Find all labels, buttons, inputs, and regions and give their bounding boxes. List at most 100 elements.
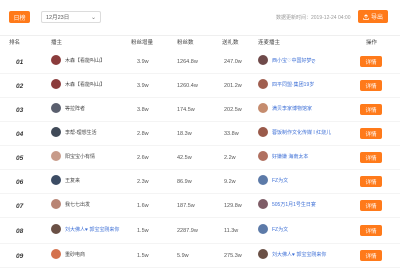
streamer-name[interactable]: 重砂电商 [65, 251, 85, 258]
detail-button[interactable]: 详情 [360, 56, 382, 67]
linked-streamer-cell[interactable]: 505万1月1号生日宴 [258, 199, 316, 209]
streamer-cell[interactable]: 我七七出发 [51, 199, 90, 209]
avatar [258, 55, 268, 65]
avatar [258, 175, 268, 185]
table-row: 02 木森【看能叫山】 3.9w 1260.4w 201.2w 四平同盟·集团1… [0, 74, 400, 98]
detail-button[interactable]: 详情 [360, 80, 382, 91]
table-row: 09 重砂电商 1.5w 5.9w 275.3w 刘大佛人♥ 郭宝宝刚来你 详情 [0, 244, 400, 268]
gift-count: 275.3w [224, 253, 242, 259]
detail-button[interactable]: 详情 [360, 128, 382, 139]
rank-number: 05 [16, 155, 24, 162]
linked-streamer-name[interactable]: 满贝李家博物馆家 [272, 105, 312, 112]
streamer-name[interactable]: 我七七出发 [65, 201, 90, 208]
detail-button[interactable]: 详情 [360, 152, 382, 163]
avatar [258, 199, 268, 209]
fan-increase: 1.5w [137, 253, 149, 259]
streamer-cell[interactable]: 木森【看能叫山】 [51, 79, 105, 89]
detail-button[interactable]: 详情 [360, 250, 382, 261]
gift-count: 33.8w [224, 131, 239, 137]
streamer-cell[interactable]: 木森【看能叫山】 [51, 55, 105, 65]
linked-streamer-cell[interactable]: 满贝李家博物馆家 [258, 103, 312, 113]
export-button[interactable]: 导出 [358, 10, 388, 23]
streamer-name[interactable]: 李帮-理想生活 [65, 129, 97, 136]
streamer-name[interactable]: 木森【看能叫山】 [65, 57, 105, 64]
fan-count: 174.5w [177, 107, 195, 113]
header-action: 操作 [366, 40, 378, 46]
detail-button[interactable]: 详情 [360, 176, 382, 187]
avatar [51, 127, 61, 137]
linked-streamer-cell[interactable]: 蓉饭制作文化传媒 I 红烧儿 [258, 127, 331, 137]
linked-streamer-cell[interactable]: 刘大佛人♥ 郭宝宝刚来你 [258, 249, 326, 259]
avatar [258, 249, 268, 259]
fan-count: 2287.9w [177, 228, 198, 234]
date-value: 12月23日 [46, 15, 70, 21]
avatar [51, 103, 61, 113]
detail-button[interactable]: 详情 [360, 104, 382, 115]
table-row: 01 木森【看能叫山】 3.9w 1264.8w 247.0w 西小宝♡中国好梦… [0, 50, 400, 74]
upload-icon [363, 13, 369, 20]
linked-streamer-name[interactable]: 蓉饭制作文化传媒 I 红烧儿 [272, 129, 331, 136]
streamer-cell[interactable]: 等拉阵者 [51, 103, 85, 113]
fan-increase: 1.5w [137, 228, 149, 234]
fan-increase: 2.8w [137, 131, 149, 137]
header-fan-increase: 粉丝增量 [131, 40, 154, 46]
header-streamer: 播主 [51, 40, 63, 46]
divider [0, 35, 400, 36]
rank-number: 08 [16, 228, 24, 235]
ranking-table: 01 木森【看能叫山】 3.9w 1264.8w 247.0w 西小宝♡中国好梦… [0, 50, 400, 268]
streamer-name[interactable]: 等拉阵者 [65, 105, 85, 112]
rank-number: 01 [16, 59, 24, 66]
table-row: 04 李帮-理想生活 2.8w 18.3w 33.8w 蓉饭制作文化传媒 I 红… [0, 122, 400, 146]
linked-streamer-cell[interactable]: FZ为文 [258, 175, 288, 185]
date-select[interactable]: 12月23日 ⌄ [41, 11, 101, 23]
header-linked-streamer: 连麦播主 [258, 40, 281, 46]
streamer-name[interactable]: 王复来 [65, 177, 80, 184]
linked-streamer-name[interactable]: 505万1月1号生日宴 [272, 201, 316, 208]
streamer-name[interactable]: 刘大佛人♥ 郭宝宝刚来你 [65, 226, 119, 233]
avatar [258, 151, 268, 161]
table-row: 07 我七七出发 1.6w 187.5w 129.8w 505万1月1号生日宴 … [0, 194, 400, 218]
rank-number: 07 [16, 203, 24, 210]
detail-button[interactable]: 详情 [360, 225, 382, 236]
linked-streamer-cell[interactable]: 四平同盟·集团19岁 [258, 79, 314, 89]
linked-streamer-name[interactable]: 好嫌嫌 海南太本 [272, 153, 308, 160]
avatar [51, 249, 61, 259]
streamer-name[interactable]: 木森【看能叫山】 [65, 81, 105, 88]
streamer-name[interactable]: 阳宝宝小有情 [65, 153, 95, 160]
streamer-cell[interactable]: 阳宝宝小有情 [51, 151, 95, 161]
day-rank-tab[interactable]: 日榜 [9, 11, 30, 23]
detail-button[interactable]: 详情 [360, 200, 382, 211]
fan-increase: 3.8w [137, 107, 149, 113]
rank-number: 09 [16, 253, 24, 260]
linked-streamer-name[interactable]: 刘大佛人♥ 郭宝宝刚来你 [272, 251, 326, 258]
avatar [258, 224, 268, 234]
linked-streamer-name[interactable]: 西小宝♡中国好梦ღ [272, 57, 315, 64]
streamer-cell[interactable]: 刘大佛人♥ 郭宝宝刚来你 [51, 224, 119, 234]
rank-number: 06 [16, 179, 24, 186]
linked-streamer-name[interactable]: FZ为文 [272, 177, 288, 184]
header-rank: 排名 [9, 40, 21, 46]
linked-streamer-cell[interactable]: FZ为文 [258, 224, 288, 234]
linked-streamer-name[interactable]: FZ为文 [272, 226, 288, 233]
export-label: 导出 [370, 15, 383, 21]
fan-increase: 2.6w [137, 155, 149, 161]
streamer-cell[interactable]: 李帮-理想生活 [51, 127, 97, 137]
table-row: 06 王复来 2.3w 86.9w 9.2w FZ为文 详情 [0, 170, 400, 194]
gift-count: 129.8w [224, 203, 242, 209]
avatar [51, 175, 61, 185]
linked-streamer-cell[interactable]: 西小宝♡中国好梦ღ [258, 55, 315, 65]
table-row: 08 刘大佛人♥ 郭宝宝刚来你 1.5w 2287.9w 11.3w FZ为文 … [0, 218, 400, 244]
header-gifts: 送礼数 [222, 40, 239, 46]
table-row: 03 等拉阵者 3.8w 174.5w 202.5w 满贝李家博物馆家 详情 [0, 98, 400, 122]
chevron-down-icon: ⌄ [90, 15, 96, 21]
avatar [51, 151, 61, 161]
gift-count: 11.3w [224, 228, 239, 234]
avatar [51, 55, 61, 65]
table-header: 排名 播主 粉丝增量 粉丝数 送礼数 连麦播主 操作 [0, 38, 400, 50]
streamer-cell[interactable]: 重砂电商 [51, 249, 85, 259]
streamer-cell[interactable]: 王复来 [51, 175, 80, 185]
update-time: 数据更新时间：2019-12-24 04:00 [276, 15, 351, 21]
linked-streamer-cell[interactable]: 好嫌嫌 海南太本 [258, 151, 308, 161]
gift-count: 2.2w [224, 155, 236, 161]
linked-streamer-name[interactable]: 四平同盟·集团19岁 [272, 81, 314, 88]
